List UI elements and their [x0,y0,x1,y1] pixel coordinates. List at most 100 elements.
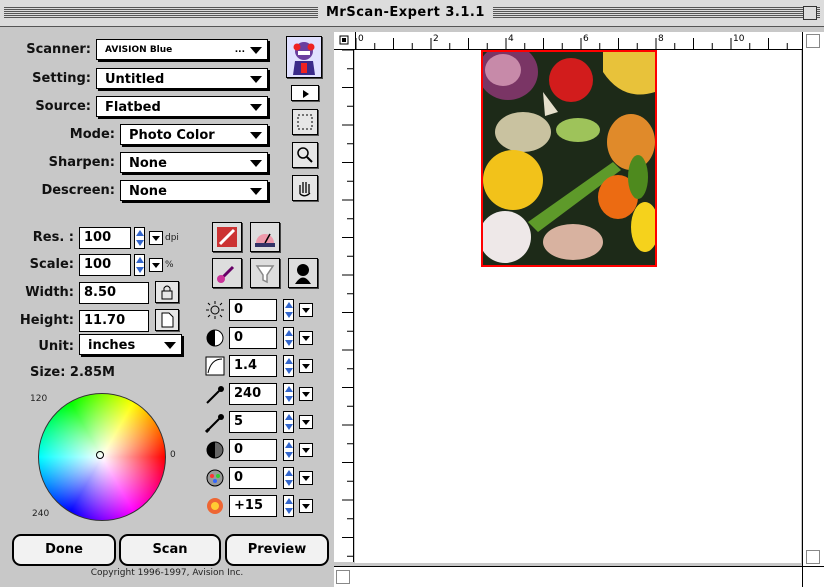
scanner-popup[interactable]: AVISION Blue ... [96,39,268,60]
done-button[interactable]: Done [12,534,116,566]
zoom-box[interactable] [803,6,817,20]
ruler-label: 8 [658,34,664,44]
adjust-stepper[interactable] [283,439,294,461]
adjust-stepper[interactable] [283,355,294,377]
preview-button[interactable]: Preview [225,534,329,566]
descreen-value: None [129,184,167,199]
mode-popup[interactable]: Photo Color [120,124,268,145]
top-ruler: 0 2 4 6 8 10 [355,32,807,50]
adjust-dropdown[interactable] [299,499,313,513]
unit-label: Unit: [38,339,74,354]
adjust-field[interactable]: 0 [229,299,277,321]
mascot-icon[interactable] [286,36,322,78]
auto-adjust-icon[interactable] [212,258,242,288]
marquee-tool[interactable] [292,109,318,135]
vertical-scrollbar[interactable] [802,32,824,566]
source-popup[interactable]: Flatbed [96,96,268,117]
adjust-field[interactable]: 0 [229,439,277,461]
copyright-text: Copyright 1996-1997, Avision Inc. [90,568,244,578]
scan-selection-frame[interactable] [481,50,657,267]
setting-popup[interactable]: Untitled [96,68,268,89]
ruler-label: 10 [733,34,745,44]
res-unit-dropdown[interactable] [149,231,163,245]
ruler-label: 4 [508,34,514,44]
adjust-dropdown[interactable] [299,303,313,317]
sharpen-label: Sharpen: [48,155,115,170]
adjust-field[interactable]: +15 [229,495,277,517]
res-field[interactable]: 100 [79,227,131,249]
adjust-dropdown[interactable] [299,387,313,401]
horizontal-scrollbar[interactable] [334,566,802,587]
adjust-dropdown[interactable] [299,359,313,373]
silhouette-icon[interactable] [288,258,318,288]
adjust-field[interactable]: 0 [229,327,277,349]
scanner-window: MrScan-Expert 3.1.1 Scanner: AVISION Blu… [0,0,824,587]
chevron-down-icon [250,47,262,54]
adjust-field[interactable]: 0 [229,467,277,489]
color-wheel-label-120: 120 [30,394,48,404]
zoom-icon[interactable] [292,142,318,168]
color-wheel-label-240: 240 [32,509,50,519]
color-wheel-handle[interactable] [96,451,104,459]
adjust-dropdown[interactable] [299,443,313,457]
adjust-stepper[interactable] [283,411,294,433]
ruler-label: 0 [358,34,364,44]
resize-handle[interactable] [802,566,824,587]
chevron-down-icon [250,76,262,83]
shadow-eyedropper-icon [203,411,227,434]
scroll-down-arrow-icon[interactable] [806,550,820,564]
setting-label: Setting: [32,71,91,86]
saturation-icon [203,495,227,517]
adjust-stepper[interactable] [283,383,294,405]
unit-popup[interactable]: inches [79,334,182,355]
ruler-label: 6 [583,34,589,44]
color-wheel-label-0: 0 [170,450,176,460]
size-text: Size: 2.85M [30,365,115,380]
scroll-up-arrow-icon[interactable] [806,34,820,48]
res-unit: dpi [165,233,179,243]
ruler-corner[interactable] [334,32,356,50]
mode-label: Mode: [69,127,115,142]
height-field[interactable]: 11.70 [79,310,149,332]
gamma-icon [203,355,227,377]
setting-value: Untitled [105,72,165,87]
meter-icon[interactable] [250,222,280,252]
page-size-icon[interactable] [155,309,179,331]
height-label: Height: [19,313,74,328]
highlight-eyedropper-icon [203,383,227,405]
adjust-dropdown[interactable] [299,415,313,429]
chevron-down-icon [250,132,262,139]
scanner-label: Scanner: [26,42,91,57]
res-stepper[interactable] [134,227,145,249]
left-ruler-ticks [342,49,353,576]
adjust-stepper[interactable] [283,467,294,489]
lock-icon[interactable] [155,281,179,303]
adjust-stepper[interactable] [283,495,294,517]
filter-icon[interactable] [250,258,280,288]
adjust-dropdown[interactable] [299,331,313,345]
scale-unit-dropdown[interactable] [149,258,163,272]
title-bar[interactable]: MrScan-Expert 3.1.1 [0,0,824,27]
adjust-stepper[interactable] [283,327,294,349]
sharpen-value: None [129,156,167,171]
hand-icon[interactable] [292,175,318,201]
sharpen-popup[interactable]: None [120,152,268,173]
magic-wand-icon[interactable] [212,222,242,252]
adjust-stepper[interactable] [283,299,294,321]
width-field[interactable]: 8.50 [79,282,149,304]
descreen-popup[interactable]: None [120,180,268,201]
scroll-left-arrow-icon[interactable] [336,570,350,584]
adjust-field[interactable]: 5 [229,411,277,433]
play-button[interactable] [291,85,319,101]
scan-button[interactable]: Scan [119,534,221,566]
scale-stepper[interactable] [134,254,145,276]
color-balance-icon [203,467,227,489]
adjust-field[interactable]: 1.4 [229,355,277,377]
preview-canvas[interactable] [355,50,801,563]
chevron-down-icon [250,188,262,195]
source-label: Source: [35,99,91,114]
source-value: Flatbed [105,100,161,115]
adjust-dropdown[interactable] [299,471,313,485]
scale-field[interactable]: 100 [79,254,131,276]
adjust-field[interactable]: 240 [229,383,277,405]
